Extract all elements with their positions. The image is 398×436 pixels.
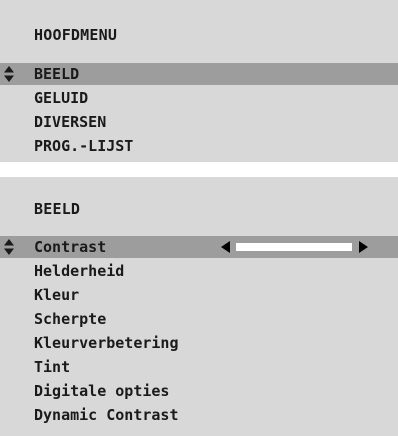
menu-item-label: BEELD — [34, 65, 80, 83]
menu-item-label: Kleurverbetering — [34, 334, 179, 352]
menu-item-label: Kleur — [34, 286, 80, 304]
menu-item-dynamic-contrast[interactable]: Dynamic Contrast — [0, 404, 398, 426]
menu-item-digitale-opties[interactable]: Digitale opties — [0, 380, 398, 402]
menu-item-label: Contrast — [34, 238, 107, 256]
up-down-arrow-icon — [4, 66, 14, 82]
beeld-menu-title: BEELD — [34, 200, 81, 218]
menu-item-beeld[interactable]: BEELD — [0, 63, 398, 85]
menu-item-kleurverbetering[interactable]: Kleurverbetering — [0, 332, 398, 354]
main-menu-panel: HOOFDMENU BEELD GELUID DIVERSEN PROG.-LI… — [0, 0, 398, 162]
up-down-arrow-icon — [4, 239, 14, 255]
contrast-slider-fill — [236, 243, 352, 251]
menu-item-label: PROG.-LIJST — [34, 137, 134, 155]
menu-item-kleur[interactable]: Kleur — [0, 284, 398, 306]
menu-item-label: Scherpte — [34, 310, 107, 328]
menu-item-prog-lijst[interactable]: PROG.-LIJST — [0, 135, 398, 157]
main-menu-title: HOOFDMENU — [34, 26, 118, 44]
menu-item-label: Tint — [34, 358, 71, 376]
menu-item-label: GELUID — [34, 89, 89, 107]
beeld-menu-panel: BEELD Contrast Helderheid Kleur Scherpte… — [0, 177, 398, 436]
menu-item-label: Digitale opties — [34, 382, 170, 400]
contrast-slider[interactable] — [236, 243, 352, 251]
menu-item-diversen[interactable]: DIVERSEN — [0, 111, 398, 133]
triangle-right-icon[interactable] — [358, 241, 368, 253]
menu-item-scherpte[interactable]: Scherpte — [0, 308, 398, 330]
menu-item-geluid[interactable]: GELUID — [0, 87, 398, 109]
menu-item-helderheid[interactable]: Helderheid — [0, 260, 398, 282]
menu-item-label: DIVERSEN — [34, 113, 107, 131]
triangle-left-icon[interactable] — [221, 241, 231, 253]
menu-item-label: Dynamic Contrast — [34, 406, 179, 424]
menu-item-label: Helderheid — [34, 262, 125, 280]
menu-item-tint[interactable]: Tint — [0, 356, 398, 378]
menu-item-contrast[interactable]: Contrast — [0, 236, 398, 258]
